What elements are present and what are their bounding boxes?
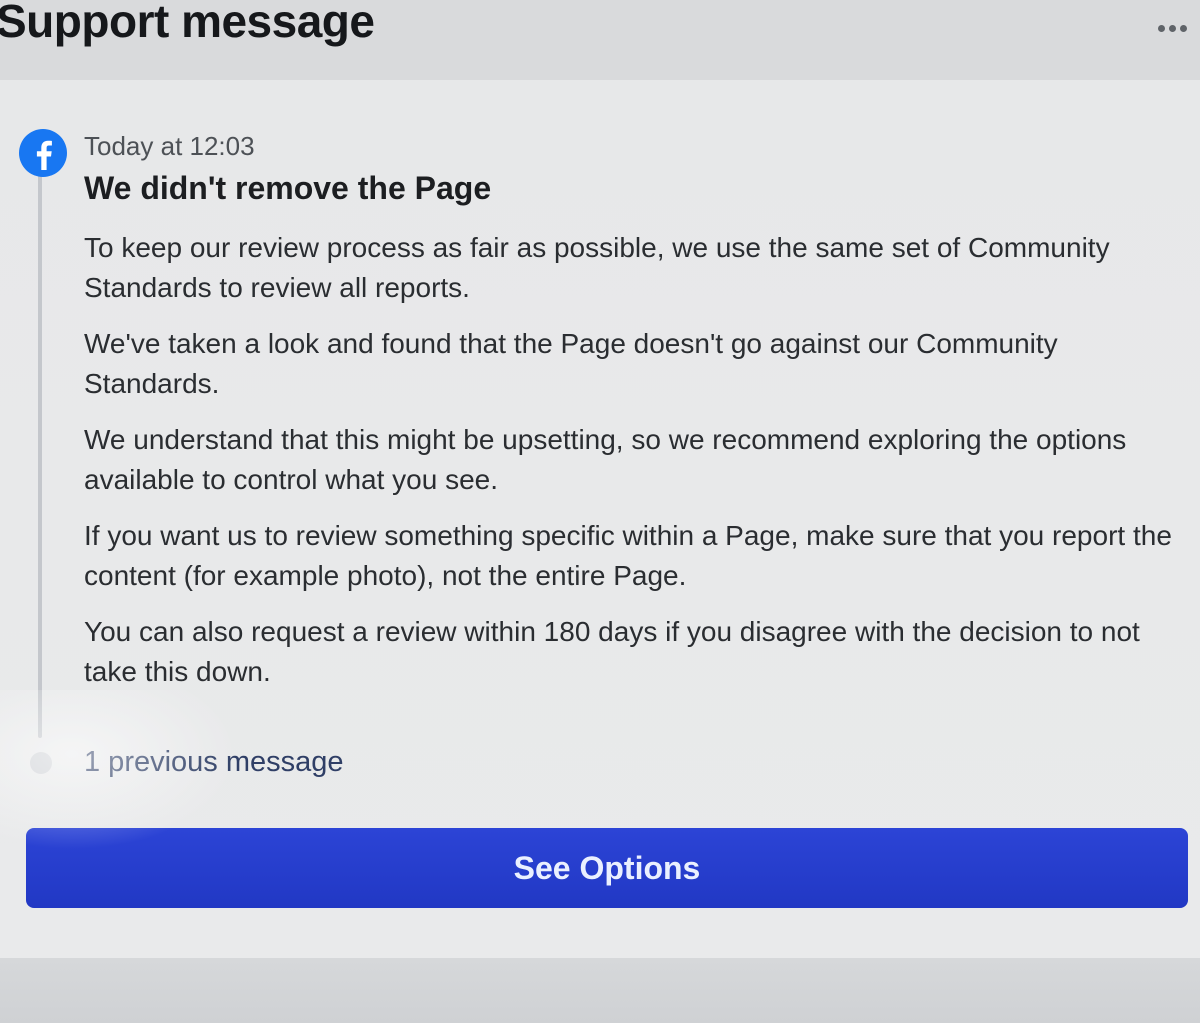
footer-area <box>0 958 1200 1023</box>
header-bar: Support message <box>0 0 1200 80</box>
message-paragraph: If you want us to review something speci… <box>84 520 1172 591</box>
message-paragraph: We understand that this might be upsetti… <box>84 424 1127 495</box>
previous-message-dot <box>30 752 52 774</box>
message-paragraph: You can also request a review within 180… <box>84 616 1140 687</box>
message-paragraph: We've taken a look and found that the Pa… <box>84 328 1058 399</box>
message-timestamp: Today at 12:03 <box>84 131 255 161</box>
thread-timeline <box>38 168 42 738</box>
message-paragraph: To keep our review process as fair as po… <box>84 232 1110 303</box>
page-title: Support message <box>0 0 375 47</box>
support-message-page: Support message Today at 12:03 We didn't… <box>0 0 1200 1023</box>
more-options-icon[interactable] <box>1152 14 1192 42</box>
facebook-icon <box>19 129 67 177</box>
message-title: We didn't remove the Page <box>84 170 492 206</box>
see-options-button[interactable]: See Options <box>26 828 1188 908</box>
previous-messages-link[interactable]: 1 previous message <box>84 746 344 779</box>
